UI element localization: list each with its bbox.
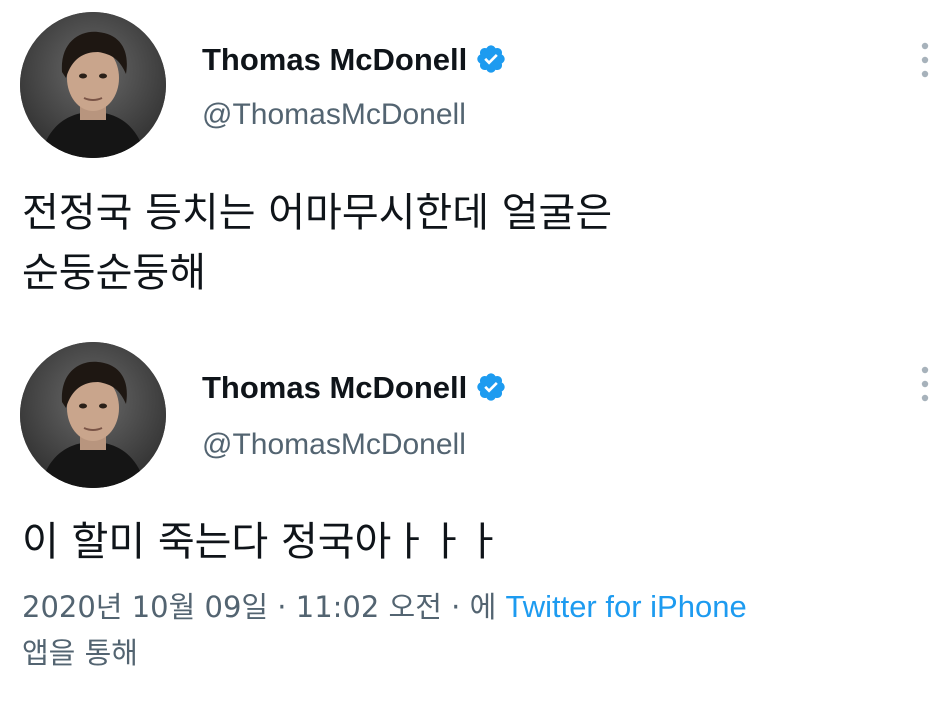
verified-badge-icon <box>475 43 507 75</box>
source-link[interactable]: Twitter for iPhone <box>505 589 746 624</box>
tweet-text: 전정국 등치는 어마무시한데 얼굴은 순둥순둥해 <box>22 190 613 296</box>
avatar[interactable] <box>20 12 166 158</box>
avatar-photo-icon <box>20 342 166 488</box>
verified-badge-icon <box>475 371 507 403</box>
user-handle[interactable]: @ThomasMcDonell <box>202 428 466 462</box>
tweet-metadata: 2020년 10월 09일 · 11:02 오전 · 에 Twitter for… <box>22 584 902 676</box>
display-name[interactable]: Thomas McDonell <box>202 42 507 78</box>
user-handle[interactable]: @ThomasMcDonell <box>202 98 466 132</box>
more-options-icon[interactable] <box>914 364 936 404</box>
via-prefix: 에 <box>469 590 506 624</box>
separator: · <box>268 590 296 624</box>
display-name[interactable]: Thomas McDonell <box>202 370 507 406</box>
tweet: Thomas McDonell @ThomasMcDonell 이 할미 죽는다… <box>0 330 939 717</box>
tweet-date[interactable]: 2020년 10월 09일 <box>22 590 268 624</box>
display-name-text[interactable]: Thomas McDonell <box>202 370 467 405</box>
via-suffix: 앱을 통해 <box>22 636 138 670</box>
display-name-text[interactable]: Thomas McDonell <box>202 42 467 77</box>
more-options-icon[interactable] <box>914 40 936 80</box>
tweet-time[interactable]: 11:02 오전 <box>296 590 442 624</box>
avatar-photo-icon <box>20 12 166 158</box>
tweet: Thomas McDonell @ThomasMcDonell 전정국 등치는 … <box>0 0 939 330</box>
avatar[interactable] <box>20 342 166 488</box>
separator: · <box>441 590 470 624</box>
tweet-text: 이 할미 죽는다 정국아ㅏㅏㅏ <box>22 519 502 565</box>
